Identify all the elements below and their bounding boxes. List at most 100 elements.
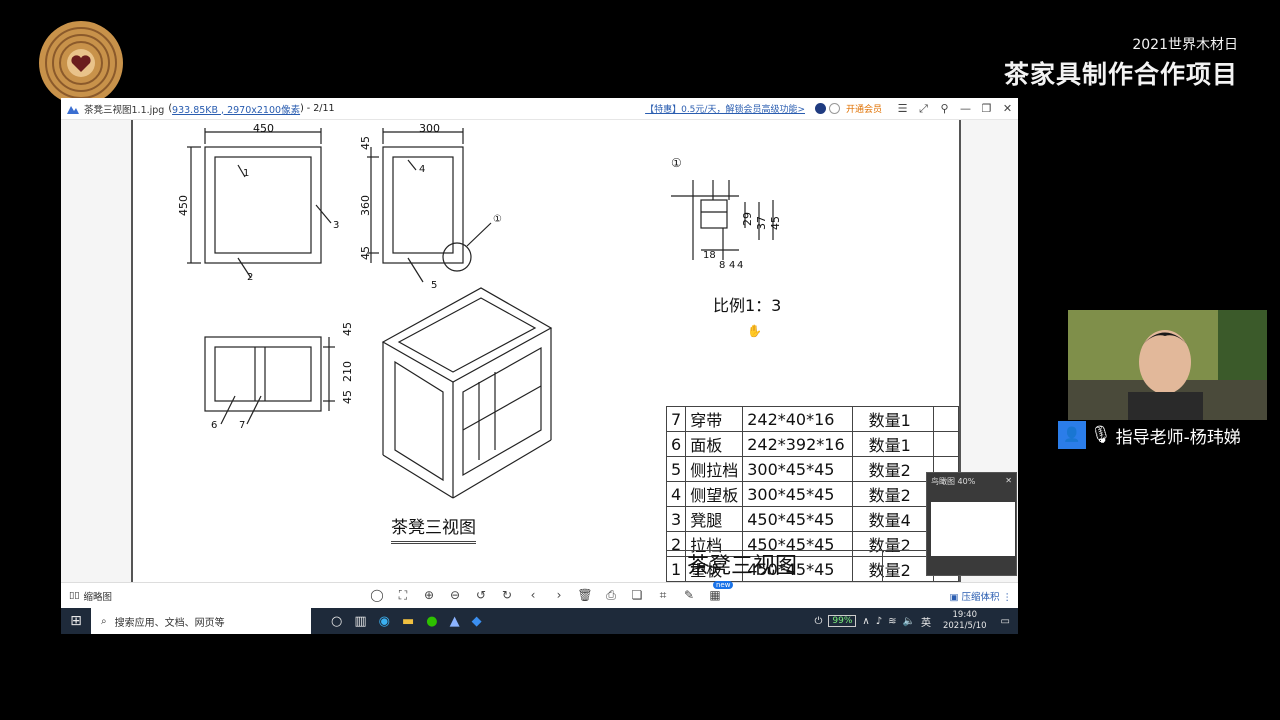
ime-indicator[interactable]: 英 <box>921 614 931 629</box>
apps-icon[interactable]: ▦ <box>707 588 723 603</box>
viewer-bottom-toolbar: ▯▯ 缩略图 ◯ ⛶ ⊕ ⊖ ↺ ↻ ‹ › 🗑 ⎙ ❏ ⌗ ✎ ▦ new ▣… <box>61 581 1018 608</box>
wifi-icon[interactable]: ≋ <box>888 616 896 627</box>
edge-icon[interactable]: ◉ <box>379 614 390 629</box>
fit-screen-icon[interactable]: ⛶ <box>395 588 411 603</box>
row-blank <box>932 431 960 457</box>
logo-icon <box>39 21 123 105</box>
mic-icon[interactable]: ♪ <box>876 616 882 627</box>
part-label: 1 <box>243 168 250 179</box>
battery-indicator[interactable]: 99% <box>828 615 857 627</box>
promo-link[interactable]: 【特惠】0.5元/天，解锁会员高级功能> <box>645 102 805 115</box>
side-width-dim: 300 <box>419 122 440 135</box>
side-dim: 45 <box>359 136 372 150</box>
part-label: 5 <box>431 280 438 291</box>
thumbnails-toggle[interactable]: ▯▯ 缩略图 <box>69 589 112 603</box>
menu-icon[interactable]: ☰ <box>892 102 913 116</box>
table-row: 3 凳腿 450*45*45 数量4 <box>665 506 960 532</box>
clock[interactable]: 19:40 2021/5/10 <box>943 610 987 632</box>
new-badge: new <box>713 581 734 589</box>
navigator-thumbnail[interactable] <box>931 502 1015 556</box>
zoom-in-icon[interactable]: ⊕ <box>421 588 437 603</box>
taskbar-apps: ○ ▥ ◉ ▬ ● ▲ ◆ <box>331 614 482 629</box>
row-qty: 数量2 <box>851 481 934 507</box>
detail-marker: ① <box>671 156 682 170</box>
close-button[interactable]: ✕ <box>997 102 1018 116</box>
clock-time: 19:40 <box>952 610 978 620</box>
viewer-app-icon[interactable]: ◆ <box>472 614 482 629</box>
print-icon[interactable]: ⎙ <box>603 588 619 603</box>
front-width-dim: 450 <box>253 122 274 135</box>
mouse-icon[interactable]: ◯ <box>369 588 385 603</box>
next-icon[interactable]: › <box>551 588 567 603</box>
thumbnails-icon: ▯▯ <box>69 590 80 601</box>
navigator-panel[interactable]: 鸟瞰图 40% ✕ <box>926 472 1017 576</box>
member-button[interactable]: 开通会员 <box>846 102 882 115</box>
top-dim: 45 <box>341 390 354 404</box>
detail-marker-label: ① <box>493 214 502 225</box>
detail-dim: 29 <box>741 212 754 226</box>
power-icon[interactable]: ⏻ <box>814 616 822 627</box>
part-label: 6 <box>211 420 218 431</box>
taskview-icon[interactable]: ▥ <box>354 614 366 629</box>
compress-label: 压缩体积 <box>961 592 1000 603</box>
part-label: 2 <box>247 272 254 283</box>
pin-icon[interactable]: ⚲ <box>934 102 955 116</box>
row-name: 侧望板 <box>685 481 744 507</box>
previous-icon[interactable]: ‹ <box>525 588 541 603</box>
user-icon: 👤 <box>1058 421 1086 449</box>
row-name: 穿带 <box>685 406 744 432</box>
navigator-title-text: 鸟瞰图 40% <box>931 477 976 486</box>
edit-icon[interactable]: ✎ <box>681 588 697 603</box>
file-meta-link[interactable]: 933.85KB , 2970x2100像素 <box>172 102 300 116</box>
fullscreen-icon[interactable]: ⤢ <box>913 102 934 116</box>
copy-icon[interactable]: ❏ <box>629 588 645 603</box>
wechat-icon[interactable]: ● <box>426 614 437 629</box>
maximize-button[interactable]: ❐ <box>976 102 997 116</box>
presenter-name: 指导老师-杨玮娣 <box>1115 427 1241 448</box>
clock-date: 2021/5/10 <box>942 621 987 631</box>
row-size: 242*40*16 <box>742 406 853 432</box>
side-dim: 360 <box>359 195 372 216</box>
row-qty: 数量1 <box>851 431 934 457</box>
detail-dim: 4 <box>729 260 736 271</box>
tool-group: ◯ ⛶ ⊕ ⊖ ↺ ↻ ‹ › 🗑 ⎙ ❏ ⌗ ✎ ▦ <box>369 588 723 603</box>
webcam-feed <box>1068 310 1267 420</box>
hand-cursor-icon: ✋ <box>747 324 762 338</box>
notification-icon[interactable]: ▭ <box>1001 616 1010 627</box>
image-canvas[interactable]: 450 450 1 2 3 300 45 360 45 4 5 ① 45 210… <box>61 120 1018 582</box>
windows-start-icon[interactable]: ⊞ <box>61 613 91 629</box>
volume-icon[interactable]: 🔈 <box>903 616 915 627</box>
minimize-button[interactable]: — <box>955 102 976 116</box>
compress-button[interactable]: ▣ 压缩体积 ⋮ <box>949 589 1012 603</box>
detail-dim: 37 <box>755 216 768 230</box>
part-label: 3 <box>333 220 340 231</box>
rotate-left-icon[interactable]: ↺ <box>473 588 489 603</box>
delete-icon[interactable]: 🗑 <box>577 588 593 603</box>
taskbar-search[interactable]: ⌕ 搜索应用、文档、网页等 <box>91 608 311 634</box>
chevron-up-icon[interactable]: ∧ <box>862 616 869 627</box>
close-icon[interactable]: ✕ <box>1005 476 1012 485</box>
row-no: 6 <box>665 431 687 457</box>
row-blank <box>932 406 960 432</box>
navigator-title: 鸟瞰图 40% ✕ <box>927 473 1016 489</box>
scale-label: 比例1：3 <box>713 296 782 315</box>
avatar-icon[interactable] <box>814 103 826 114</box>
row-size: 300*45*45 <box>742 456 853 482</box>
detail-dim: 18 <box>703 250 716 261</box>
photos-icon[interactable]: ▲ <box>450 614 460 629</box>
row-no: 4 <box>665 481 687 507</box>
brand-subtitle: 2021世界木材日 <box>1132 37 1238 53</box>
side-dim: 45 <box>359 246 372 260</box>
search-icon: ⌕ <box>101 615 107 627</box>
folder-icon[interactable]: ▬ <box>402 614 414 629</box>
image-viewer-window: 茶凳三视图1.1.jpg (933.85KB , 2970x2100像素) - … <box>61 98 1018 608</box>
rotate-right-icon[interactable]: ↻ <box>499 588 515 603</box>
zoom-out-icon[interactable]: ⊖ <box>447 588 463 603</box>
app-icon <box>67 105 79 114</box>
coin-icon[interactable] <box>828 103 840 114</box>
table-title: 茶凳三视图 <box>666 550 883 582</box>
technical-drawing: 450 450 1 2 3 300 45 360 45 4 5 ① 45 210… <box>131 120 961 582</box>
task-view-icon[interactable]: ○ <box>331 614 342 629</box>
scan-icon[interactable]: ⌗ <box>655 588 671 603</box>
table-row: 6 面板 242*392*16 数量1 <box>665 431 960 457</box>
